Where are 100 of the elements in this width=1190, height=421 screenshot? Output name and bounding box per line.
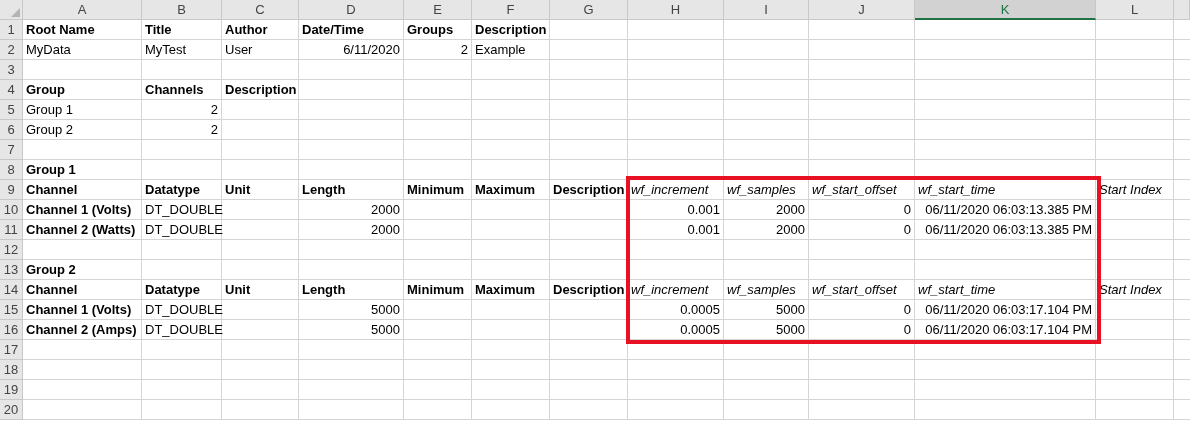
column-header[interactable]: I <box>724 0 809 20</box>
table-cell: Maximum <box>475 182 535 197</box>
row-header[interactable]: 14 <box>0 280 23 300</box>
column-header[interactable]: H <box>628 0 724 20</box>
table-cell: wf_start_time <box>918 182 996 197</box>
column-header[interactable]: F <box>472 0 550 20</box>
table-cell: 2000 <box>371 222 400 237</box>
table-cell: Root Name <box>26 22 95 37</box>
row-header[interactable]: 8 <box>0 160 23 180</box>
table-cell: 6/11/2020 <box>343 42 400 57</box>
table-cell: DT_DOUBLE <box>145 302 224 317</box>
row-header[interactable]: 2 <box>0 40 23 60</box>
table-cell: Channel 1 (Volts) <box>26 302 132 317</box>
table-cell: Description <box>225 82 297 97</box>
table-cell: Channel <box>26 282 78 297</box>
row-header[interactable]: 1 <box>0 20 23 40</box>
table-cell: Group 1 <box>26 102 73 117</box>
table-cell: 2000 <box>371 202 400 217</box>
row-header[interactable]: 4 <box>0 80 23 100</box>
table-cell: Minimum <box>407 282 465 297</box>
table-cell: Group 2 <box>26 122 73 137</box>
column-header[interactable]: G <box>550 0 628 20</box>
table-cell: DT_DOUBLE <box>145 322 224 337</box>
row-header[interactable]: 11 <box>0 220 23 240</box>
table-cell: Channels <box>145 82 204 97</box>
column-header[interactable]: C <box>222 0 299 20</box>
row-header[interactable]: 7 <box>0 140 23 160</box>
table-cell: Datatype <box>145 282 200 297</box>
table-cell: 0 <box>903 302 911 317</box>
table-cell: wf_increment <box>631 282 709 297</box>
table-cell: Unit <box>225 182 251 197</box>
row-header[interactable]: 3 <box>0 60 23 80</box>
table-cell: Group 1 <box>26 162 76 177</box>
table-cell: 5000 <box>776 322 805 337</box>
table-cell: DT_DOUBLE <box>145 202 224 217</box>
table-cell: Group <box>26 82 65 97</box>
row-header[interactable]: 16 <box>0 320 23 340</box>
table-cell: Description <box>475 22 547 37</box>
table-cell: wf_start_offset <box>812 282 897 297</box>
row-header[interactable]: 18 <box>0 360 23 380</box>
table-cell: User <box>225 42 253 57</box>
table-cell: 2 <box>210 122 218 137</box>
table-cell: 5000 <box>776 302 805 317</box>
column-header[interactable]: B <box>142 0 222 20</box>
triangle-icon <box>11 8 20 17</box>
table-cell: Channel 2 (Watts) <box>26 222 136 237</box>
row-header[interactable]: 5 <box>0 100 23 120</box>
table-cell: Start Index <box>1099 182 1162 197</box>
table-cell: 5000 <box>371 302 400 317</box>
table-cell: wf_samples <box>727 282 796 297</box>
table-cell: 0 <box>903 222 911 237</box>
select-all-button[interactable] <box>0 0 23 20</box>
row-header[interactable]: 13 <box>0 260 23 280</box>
table-cell: wf_start_time <box>918 282 996 297</box>
table-cell: Unit <box>225 282 251 297</box>
table-cell: 06/11/2020 06:03:17.104 PM <box>925 302 1092 317</box>
table-cell: 0.0005 <box>680 302 720 317</box>
table-cell: Length <box>302 182 346 197</box>
table-cell: 06/11/2020 06:03:13.385 PM <box>925 222 1092 237</box>
table-cell: Maximum <box>475 282 535 297</box>
table-cell: Length <box>302 282 346 297</box>
row-header[interactable]: 17 <box>0 340 23 360</box>
table-cell: Channel 1 (Volts) <box>26 202 132 217</box>
row-header[interactable]: 15 <box>0 300 23 320</box>
table-cell: 06/11/2020 06:03:17.104 PM <box>925 322 1092 337</box>
row-header[interactable]: 20 <box>0 400 23 420</box>
column-header[interactable] <box>1174 0 1190 20</box>
row-header[interactable]: 6 <box>0 120 23 140</box>
table-cell: 2000 <box>776 202 805 217</box>
table-cell: 0.001 <box>687 222 720 237</box>
column-header[interactable]: K <box>915 0 1096 20</box>
column-header[interactable]: L <box>1096 0 1174 20</box>
table-cell: 0 <box>903 202 911 217</box>
table-cell: 0 <box>903 322 911 337</box>
row-header[interactable]: 10 <box>0 200 23 220</box>
table-cell: 0.001 <box>687 202 720 217</box>
table-cell: Groups <box>407 22 454 37</box>
table-cell: 06/11/2020 06:03:13.385 PM <box>925 202 1092 217</box>
column-header[interactable]: J <box>809 0 915 20</box>
table-cell: 2 <box>210 102 218 117</box>
table-cell: wf_increment <box>631 182 709 197</box>
table-cell: Example <box>475 42 526 57</box>
table-cell: MyData <box>26 42 71 57</box>
row-header[interactable]: 19 <box>0 380 23 400</box>
table-cell: Minimum <box>407 182 465 197</box>
table-cell: Date/Time <box>302 22 364 37</box>
table-cell: Start Index <box>1099 282 1162 297</box>
column-header[interactable]: A <box>23 0 142 20</box>
column-header[interactable]: E <box>404 0 472 20</box>
row-header[interactable]: 9 <box>0 180 23 200</box>
table-cell: Title <box>145 22 172 37</box>
column-header[interactable]: D <box>299 0 404 20</box>
table-cell: DT_DOUBLE <box>145 222 224 237</box>
table-cell: wf_samples <box>727 182 796 197</box>
table-cell: Channel 2 (Amps) <box>26 322 137 337</box>
table-cell: 5000 <box>371 322 400 337</box>
table-cell: Datatype <box>145 182 200 197</box>
table-cell: 2000 <box>776 222 805 237</box>
row-header[interactable]: 12 <box>0 240 23 260</box>
table-cell: 2 <box>460 42 468 57</box>
